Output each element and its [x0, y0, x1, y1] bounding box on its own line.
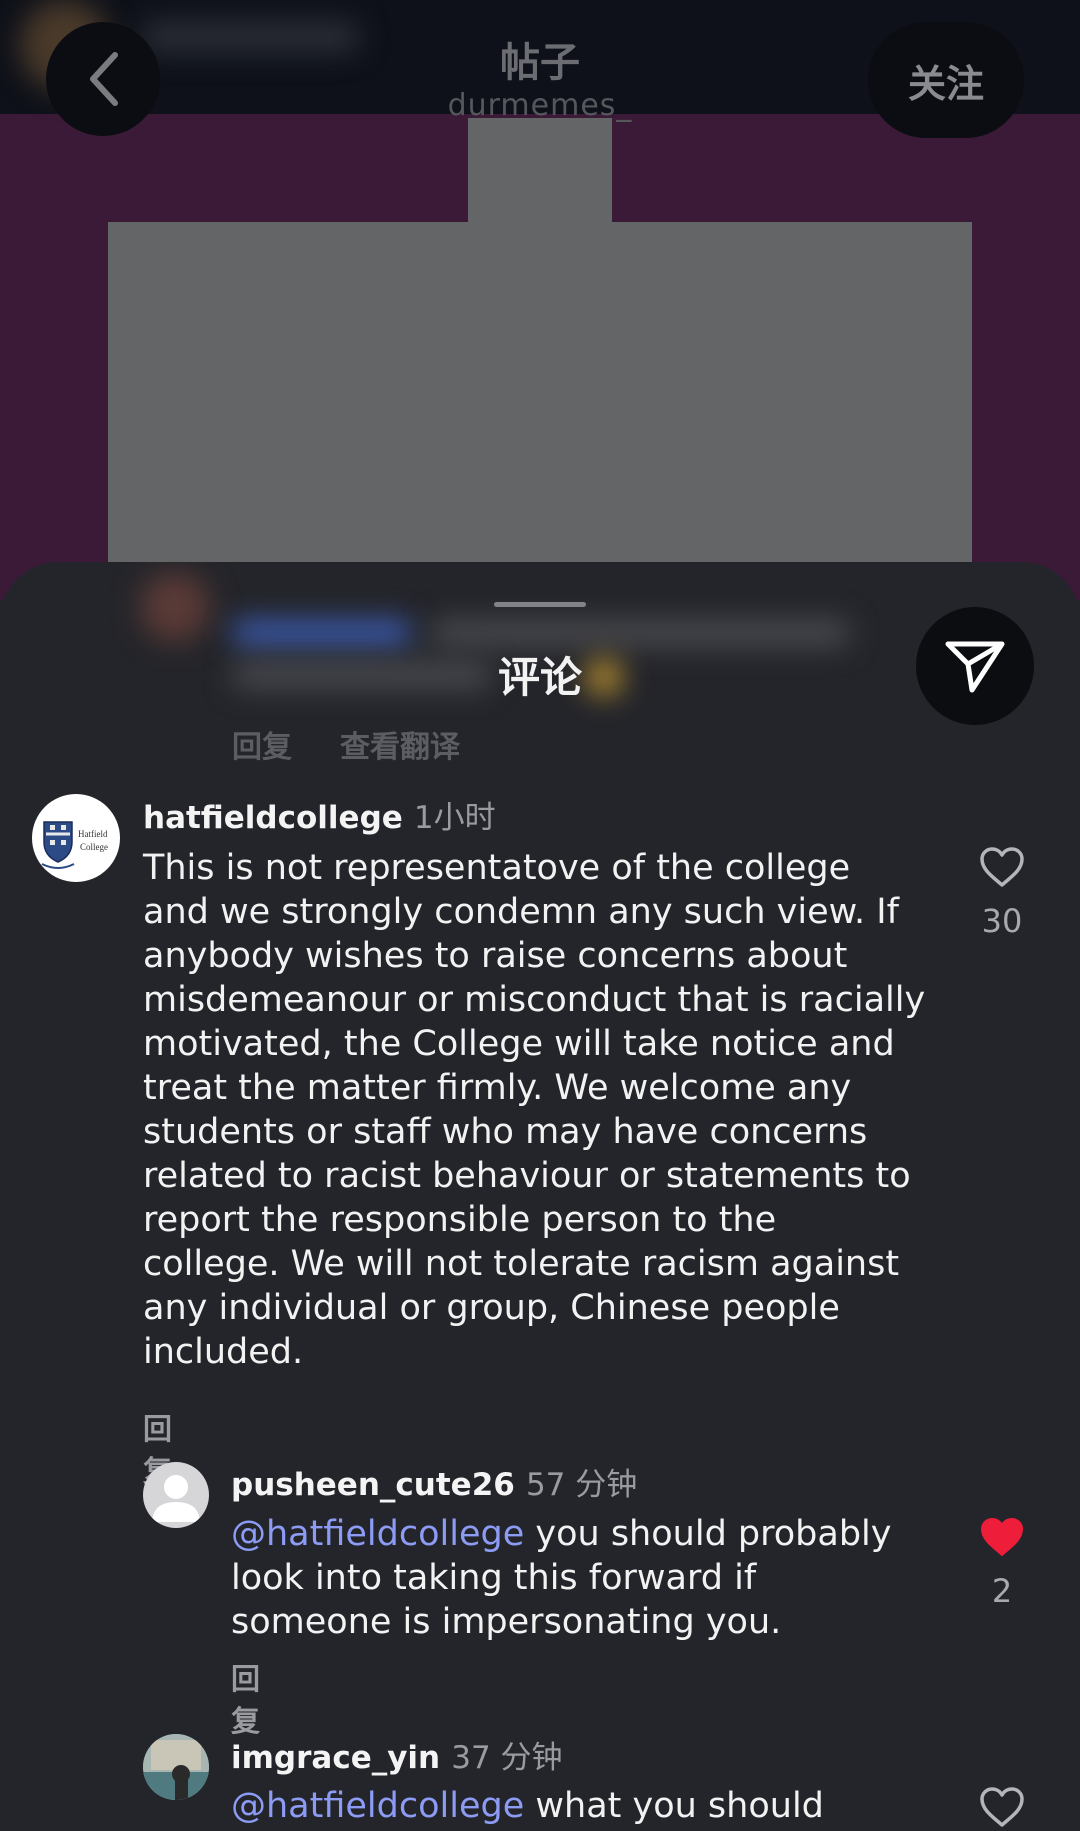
user-photo-avatar	[143, 1734, 209, 1800]
share-button[interactable]	[916, 607, 1034, 725]
avatar[interactable]	[143, 1734, 209, 1800]
comment-time: 37 分钟	[451, 1740, 563, 1776]
logo-line-1: Hatfield	[78, 829, 108, 839]
post-image-redacted-top	[468, 118, 612, 228]
share-send-icon	[945, 641, 1005, 693]
blurred-prev-text-1	[430, 620, 850, 646]
comment-text: This is not representatove of the colleg…	[143, 848, 926, 1372]
blurred-prev-mention	[232, 620, 412, 646]
reply-button[interactable]: 回复	[231, 1656, 260, 1740]
college-crest-logo: Hatfield College	[41, 821, 108, 869]
comment-text-container: @hatfieldcollege what you should	[231, 1784, 931, 1828]
screen: 帖子 durmemes_ 关注 评论 回复 查看翻译 Hatfield Coll…	[0, 0, 1080, 1831]
follow-button[interactable]: 关注	[868, 22, 1024, 138]
comment-meta: imgrace_yin 37 分钟	[231, 1732, 563, 1777]
comment-time: 57 分钟	[525, 1467, 638, 1503]
avatar[interactable]	[143, 1462, 209, 1528]
heart-filled-icon[interactable]	[979, 1516, 1025, 1558]
comment-text: what you should	[524, 1786, 824, 1826]
like-control[interactable]: 30	[972, 846, 1032, 940]
prev-translate-link[interactable]: 查看翻译	[340, 722, 460, 766]
avatar[interactable]: Hatfield College	[32, 794, 120, 882]
heart-icon[interactable]	[979, 1786, 1025, 1828]
like-control[interactable]	[972, 1786, 1032, 1831]
like-count: 30	[981, 902, 1023, 940]
like-count: 2	[991, 1572, 1013, 1610]
post-image-redacted[interactable]	[108, 222, 972, 562]
heart-icon[interactable]	[979, 846, 1025, 888]
mention-link[interactable]: @hatfieldcollege	[231, 1514, 524, 1554]
comment-meta: hatfieldcollege 1小时	[143, 792, 496, 837]
comments-sheet: 评论 回复 查看翻译 Hatfield College hatfieldcoll…	[0, 562, 1080, 1831]
comment-username[interactable]: imgrace_yin	[231, 1740, 440, 1776]
blurred-prev-avatar	[140, 572, 210, 642]
like-control[interactable]: 2	[972, 1516, 1032, 1610]
comment-username[interactable]: hatfieldcollege	[143, 800, 403, 836]
mention-link[interactable]: @hatfieldcollege	[231, 1786, 524, 1826]
comment-username[interactable]: pusheen_cute26	[231, 1467, 515, 1503]
comment-meta: pusheen_cute26 57 分钟	[231, 1459, 637, 1504]
logo-line-2: College	[80, 842, 108, 852]
prev-reply-link[interactable]: 回复	[232, 722, 292, 766]
comment-time: 1小时	[413, 800, 496, 836]
comment-text-container: @hatfieldcollege you should probably loo…	[231, 1512, 931, 1644]
default-avatar-icon	[152, 1475, 200, 1522]
sheet-grabber[interactable]	[494, 602, 586, 607]
